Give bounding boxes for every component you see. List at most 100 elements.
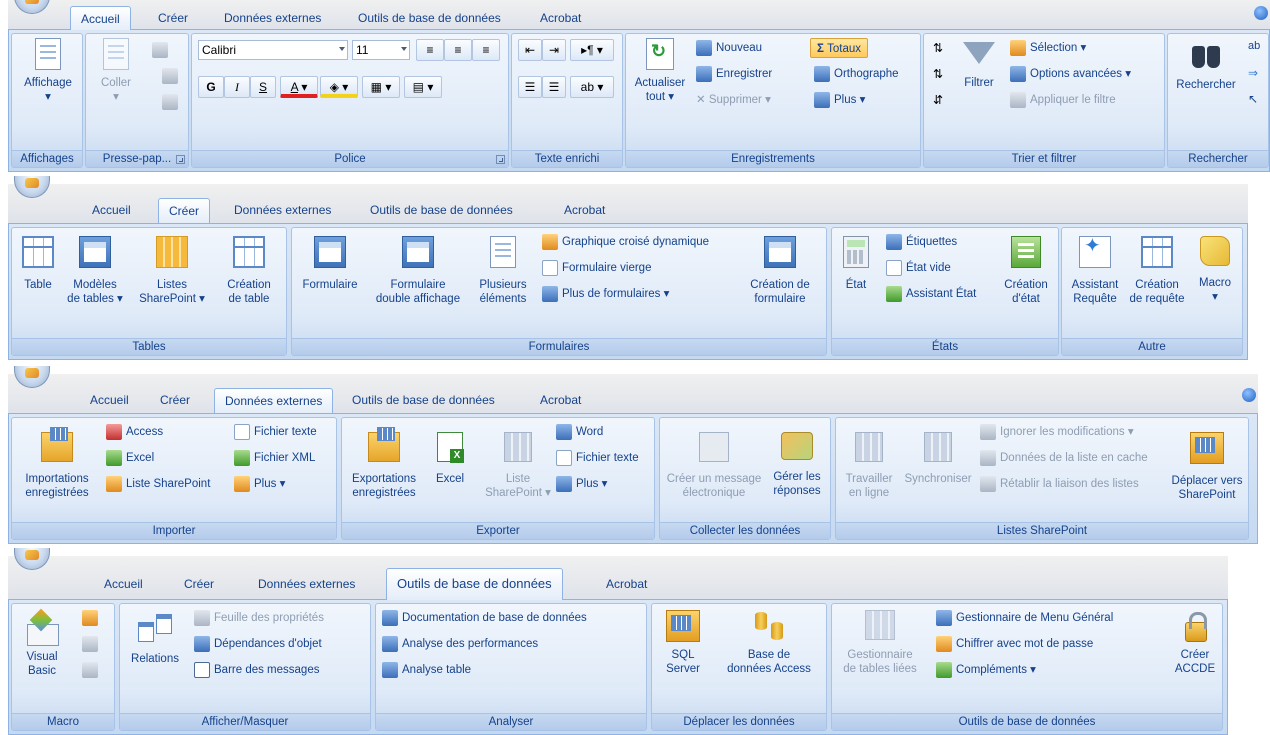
visual-basic-button[interactable]: Visual Basic xyxy=(14,610,70,678)
fill-color-button[interactable]: ◈ ▾ xyxy=(320,76,358,98)
convert-macro-icon[interactable] xyxy=(82,636,98,652)
gerer-reponses-button[interactable]: Gérer les réponses xyxy=(766,426,828,498)
font-color-button[interactable]: A ▾ xyxy=(280,76,318,98)
tab-acrobat[interactable]: Acrobat xyxy=(530,6,591,31)
dialog-launcher-icon[interactable] xyxy=(496,155,505,164)
import-fichier-xml-button[interactable]: Fichier XML xyxy=(234,448,315,468)
barre-messages-checkbox[interactable]: Barre des messages xyxy=(194,660,319,680)
italic-button[interactable]: I xyxy=(224,76,250,98)
copy-icon[interactable] xyxy=(162,68,178,84)
tab-outils[interactable]: Outils de base de données xyxy=(360,198,523,223)
font-name-combo[interactable]: Calibri xyxy=(198,40,348,60)
import-sharepoint-button[interactable]: Liste SharePoint xyxy=(106,474,210,494)
analyse-performances-button[interactable]: Analyse des performances xyxy=(382,634,538,654)
paragraph-direction-button[interactable]: ▸¶ ▾ xyxy=(570,39,614,61)
tab-outils[interactable]: Outils de base de données xyxy=(386,568,563,600)
gestionnaire-menu-button[interactable]: Gestionnaire de Menu Général xyxy=(936,608,1113,628)
formulaire-double-button[interactable]: Formulaire double affichage xyxy=(368,236,468,306)
totaux-button[interactable]: Σ Totaux xyxy=(810,38,868,58)
graphique-croise-button[interactable]: Graphique croisé dynamique xyxy=(542,232,709,252)
numbering-button[interactable]: ☰ xyxy=(542,76,566,98)
nouveau-button[interactable]: Nouveau xyxy=(696,38,762,58)
plus-formulaires-button[interactable]: Plus de formulaires ▾ xyxy=(542,284,669,304)
creer-accde-button[interactable]: Créer ACCDE xyxy=(1170,610,1220,676)
tab-creer[interactable]: Créer xyxy=(148,6,198,31)
clear-sort-button[interactable]: ⇵ xyxy=(928,90,948,112)
tab-donnees-externes[interactable]: Données externes xyxy=(214,6,331,31)
enregistrer-button[interactable]: Enregistrer xyxy=(696,64,772,84)
tab-donnees-externes[interactable]: Données externes xyxy=(224,198,341,223)
tab-acrobat[interactable]: Acrobat xyxy=(530,388,591,413)
supprimer-button[interactable]: ✕ Supprimer ▾ xyxy=(696,90,771,110)
etat-vide-button[interactable]: État vide xyxy=(886,258,951,278)
bullets-button[interactable]: ☰ xyxy=(518,76,542,98)
tab-outils[interactable]: Outils de base de données xyxy=(342,388,505,413)
goto-icon[interactable]: ⇒ xyxy=(1248,66,1258,80)
deplacer-sharepoint-button[interactable]: Déplacer vers SharePoint xyxy=(1166,426,1248,502)
bold-button[interactable]: G xyxy=(198,76,224,98)
dialog-launcher-icon[interactable] xyxy=(176,155,185,164)
format-painter-icon[interactable] xyxy=(162,94,178,110)
sort-descending-button[interactable]: ⇅ xyxy=(928,64,948,86)
chiffrer-button[interactable]: Chiffrer avec mot de passe xyxy=(936,634,1093,654)
select-icon[interactable]: ↖ xyxy=(1248,92,1258,106)
creation-requete-button[interactable]: Création de requête xyxy=(1126,236,1188,306)
tab-creer[interactable]: Créer xyxy=(150,388,200,413)
export-plus-button[interactable]: Plus ▾ xyxy=(556,474,607,494)
dependances-objet-button[interactable]: Dépendances d'objet xyxy=(194,634,322,654)
tab-donnees-externes[interactable]: Données externes xyxy=(214,388,334,413)
importations-enregistrees-button[interactable]: Importations enregistrées xyxy=(14,426,100,500)
retablir-liaison-button[interactable]: Rétablir la liaison des listes xyxy=(980,474,1139,494)
filtrer-button[interactable]: Filtrer xyxy=(954,42,1004,90)
sql-server-button[interactable]: SQL Server xyxy=(654,610,712,676)
actualiser-button[interactable]: Actualiser tout ▾ xyxy=(630,38,690,104)
travailler-en-ligne-button[interactable]: Travailler en ligne xyxy=(838,426,900,500)
creation-etat-button[interactable]: Création d'état xyxy=(996,236,1056,306)
import-excel-button[interactable]: Excel xyxy=(106,448,154,468)
align-left-button[interactable]: ≡ xyxy=(416,39,444,61)
tab-accueil[interactable]: Accueil xyxy=(70,6,131,31)
export-excel-button[interactable]: Excel xyxy=(428,426,472,486)
affichage-button[interactable]: Affichage ▾ xyxy=(16,38,80,104)
tab-accueil[interactable]: Accueil xyxy=(94,572,153,597)
tab-accueil[interactable]: Accueil xyxy=(82,198,141,223)
align-right-button[interactable]: ≡ xyxy=(472,39,500,61)
highlight-button[interactable]: ab ▾ xyxy=(570,76,614,98)
decrease-indent-button[interactable]: ⇤ xyxy=(518,39,542,61)
table-button[interactable]: Table xyxy=(16,236,60,292)
gestionnaire-tables-liees-button[interactable]: Gestionnaire de tables liées xyxy=(834,610,926,676)
help-icon[interactable] xyxy=(1254,6,1268,20)
complements-button[interactable]: Compléments ▾ xyxy=(936,660,1036,680)
base-donnees-access-button[interactable]: Base de données Access xyxy=(714,610,824,676)
replace-icon[interactable]: ab xyxy=(1248,40,1260,52)
export-word-button[interactable]: Word xyxy=(556,422,603,442)
import-plus-button[interactable]: Plus ▾ xyxy=(234,474,285,494)
tab-creer[interactable]: Créer xyxy=(158,198,211,223)
coller-button[interactable]: Coller ▾ xyxy=(92,38,140,104)
creation-table-button[interactable]: Création de table xyxy=(216,236,282,306)
plusieurs-elements-button[interactable]: Plusieurs éléments xyxy=(468,236,538,306)
assistant-requete-button[interactable]: Assistant Requête xyxy=(1064,236,1126,306)
alt-fill-button[interactable]: ▤ ▾ xyxy=(404,76,442,98)
gridlines-button[interactable]: ▦ ▾ xyxy=(362,76,400,98)
analyse-table-button[interactable]: Analyse table xyxy=(382,660,471,680)
feuille-proprietes-button[interactable]: Feuille des propriétés xyxy=(194,608,324,628)
formulaire-button[interactable]: Formulaire xyxy=(296,236,364,292)
tab-acrobat[interactable]: Acrobat xyxy=(596,572,657,597)
options-avancees-button[interactable]: Options avancées ▾ xyxy=(1010,64,1131,84)
increase-indent-button[interactable]: ⇥ xyxy=(542,39,566,61)
listes-sharepoint-button[interactable]: Listes SharePoint ▾ xyxy=(134,236,210,306)
font-size-combo[interactable]: 11 xyxy=(352,40,410,60)
synchroniser-button[interactable]: Synchroniser xyxy=(900,426,976,486)
import-access-button[interactable]: Access xyxy=(106,422,163,442)
sort-ascending-button[interactable]: ⇅ xyxy=(928,38,948,60)
creer-message-button[interactable]: Créer un message électronique xyxy=(662,426,766,500)
tab-accueil[interactable]: Accueil xyxy=(80,388,139,413)
export-fichier-texte-button[interactable]: Fichier texte xyxy=(556,448,639,468)
underline-button[interactable]: S xyxy=(250,76,276,98)
tab-creer[interactable]: Créer xyxy=(174,572,224,597)
assistant-etat-button[interactable]: Assistant État xyxy=(886,284,976,304)
align-center-button[interactable]: ≡ xyxy=(444,39,472,61)
macro-button[interactable]: Macro ▾ xyxy=(1190,236,1240,304)
relations-button[interactable]: Relations xyxy=(122,614,188,666)
